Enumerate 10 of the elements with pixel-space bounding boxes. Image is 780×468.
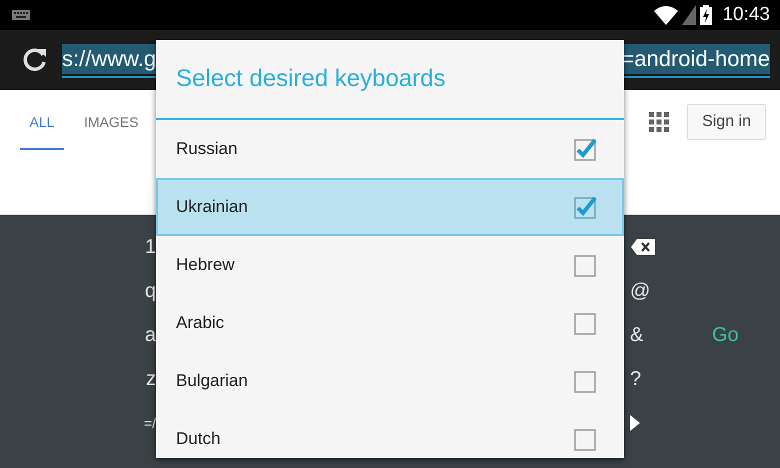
url-text: =android-home [621, 44, 770, 74]
option-label: Ukrainian [176, 197, 248, 217]
option-label: Russian [176, 139, 238, 159]
dialog-title: Select desired keyboards [175, 64, 446, 94]
url-text: s://www.g [62, 44, 156, 74]
clock: 10:43 [722, 4, 770, 26]
option-label: Hebrew [176, 255, 235, 275]
option-label: Dutch [176, 429, 220, 449]
option-label: Arabic [176, 313, 224, 333]
option-label: Bulgarian [176, 371, 248, 391]
